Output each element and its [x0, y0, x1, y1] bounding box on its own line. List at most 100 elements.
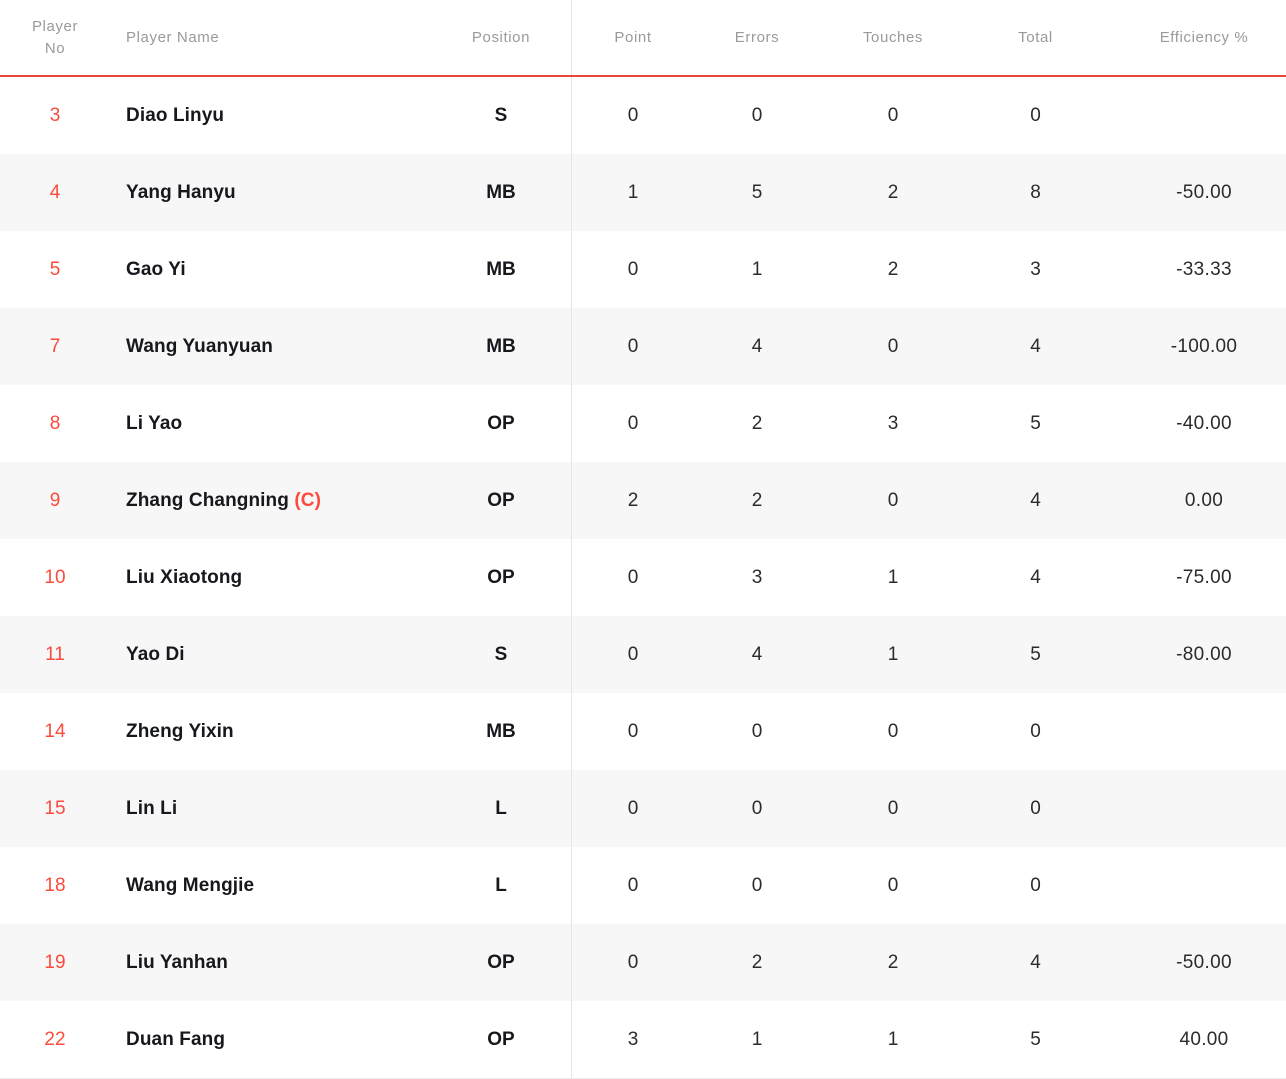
player-name-label: Gao Yi [126, 258, 186, 280]
table-row[interactable]: 19 Liu Yanhan OP 0 2 2 4 -50.00 [0, 924, 1286, 1001]
cell-player-name[interactable]: Diao Linyu [110, 76, 431, 154]
cell-efficiency: -75.00 [1176, 566, 1232, 588]
column-header-point[interactable]: Point [571, 0, 694, 77]
cell-total: 3 [1030, 258, 1041, 280]
column-header-player-no-line2: No [44, 39, 66, 57]
cell-player-no: 8 [49, 412, 61, 434]
table-row[interactable]: 18 Wang Mengjie L 0 0 0 0 [0, 847, 1286, 924]
cell-player-no: 5 [49, 258, 61, 280]
cell-point: 3 [571, 1001, 694, 1079]
cell-player-name[interactable]: Zhang Changning (C) [110, 462, 431, 539]
cell-point: 1 [571, 154, 694, 231]
cell-errors: 2 [751, 412, 763, 434]
cell-total: 0 [1030, 874, 1041, 896]
cell-total: 8 [1030, 181, 1041, 203]
cell-efficiency [1105, 76, 1286, 154]
cell-position: S [494, 643, 508, 665]
column-header-efficiency[interactable]: Efficiency % [1105, 0, 1286, 77]
table-row[interactable]: 14 Zheng Yixin MB 0 0 0 0 [0, 693, 1286, 770]
cell-player-no: 3 [49, 104, 61, 126]
cell-position: MB [486, 335, 516, 357]
cell-player-name[interactable]: Lin Li [110, 770, 431, 847]
cell-touches: 2 [887, 951, 899, 973]
cell-position: OP [431, 1001, 572, 1079]
cell-efficiency: 40.00 [1105, 1001, 1286, 1079]
cell-errors: 2 [751, 951, 763, 973]
cell-efficiency: -100.00 [1170, 335, 1238, 357]
cell-errors: 1 [751, 258, 763, 280]
table-row[interactable]: 10 Liu Xiaotong OP 0 3 1 4 -75.00 [0, 539, 1286, 616]
cell-total: 0 [1030, 104, 1041, 126]
cell-touches: 1 [820, 1001, 966, 1079]
cell-player-name[interactable]: Duan Fang [110, 1001, 431, 1079]
column-header-touches[interactable]: Touches [820, 0, 966, 77]
cell-touches: 2 [887, 258, 899, 280]
cell-position: L [495, 874, 507, 896]
cell-total: 5 [1030, 412, 1041, 434]
cell-player-name[interactable]: Wang Mengjie [110, 847, 431, 924]
table-row[interactable]: 5 Gao Yi MB 0 1 2 3 -33.33 [0, 231, 1286, 308]
cell-player-name[interactable]: Gao Yi [110, 231, 431, 308]
player-name-label: Zheng Yixin [126, 720, 234, 742]
cell-efficiency: -40.00 [1176, 412, 1232, 434]
cell-player-name[interactable]: Yao Di [110, 616, 431, 693]
table-row[interactable]: 8 Li Yao OP 0 2 3 5 -40.00 [0, 385, 1286, 462]
cell-total: 5 [1030, 643, 1041, 665]
cell-touches: 2 [887, 181, 899, 203]
cell-player-name[interactable]: Li Yao [110, 385, 431, 462]
cell-total: 4 [1030, 951, 1041, 973]
cell-point: 0 [571, 231, 694, 308]
player-name-label: Yang Hanyu [126, 181, 236, 203]
cell-point: 0 [571, 539, 694, 616]
column-header-player-name[interactable]: Player Name [110, 0, 431, 77]
cell-player-no: 19 [44, 951, 66, 973]
table-row[interactable]: 3 Diao Linyu S 0 0 0 0 [0, 76, 1286, 154]
cell-player-no: 14 [44, 720, 66, 742]
table-row[interactable]: 15 Lin Li L 0 0 0 0 [0, 770, 1286, 847]
cell-player-name[interactable]: Liu Xiaotong [110, 539, 431, 616]
cell-total: 5 [966, 1001, 1105, 1079]
cell-efficiency [1105, 693, 1286, 770]
cell-efficiency: -33.33 [1176, 258, 1232, 280]
cell-player-name[interactable]: Zheng Yixin [110, 693, 431, 770]
table-row[interactable]: 11 Yao Di S 0 4 1 5 -80.00 [0, 616, 1286, 693]
player-name-label: Lin Li [126, 797, 178, 819]
cell-position: MB [486, 181, 516, 203]
cell-player-name[interactable]: Yang Hanyu [110, 154, 431, 231]
cell-position: OP [487, 489, 515, 511]
column-header-errors[interactable]: Errors [694, 0, 820, 77]
cell-touches: 0 [887, 797, 899, 819]
cell-player-name[interactable]: Liu Yanhan [110, 924, 431, 1001]
column-header-total[interactable]: Total [966, 0, 1105, 77]
cell-efficiency [1105, 847, 1286, 924]
column-header-position[interactable]: Position [431, 0, 572, 77]
cell-point: 0 [571, 308, 694, 385]
table-body: 3 Diao Linyu S 0 0 0 0 4 Yang Hanyu MB 1 5 2 8 -50.00 5… [0, 76, 1286, 1079]
player-name-label: Zhang Changning [126, 489, 289, 511]
cell-total: 0 [1030, 720, 1041, 742]
table-row[interactable]: 9 Zhang Changning (C) OP 2 2 0 4 0.00 [0, 462, 1286, 539]
cell-touches: 0 [887, 489, 899, 511]
table-row[interactable]: 7 Wang Yuanyuan MB 0 4 0 4 -100.00 [0, 308, 1286, 385]
cell-position: OP [487, 412, 515, 434]
cell-point: 0 [571, 616, 694, 693]
player-name-label: Diao Linyu [126, 104, 225, 126]
cell-errors: 0 [751, 104, 763, 126]
cell-player-no: 9 [49, 489, 61, 511]
cell-errors: 1 [694, 1001, 820, 1079]
cell-point: 0 [571, 693, 694, 770]
cell-total: 4 [1030, 489, 1041, 511]
cell-errors: 5 [751, 181, 763, 203]
cell-efficiency: -80.00 [1176, 643, 1232, 665]
captain-badge: (C) [294, 489, 322, 511]
cell-player-name[interactable]: Wang Yuanyuan [110, 308, 431, 385]
cell-player-no: 10 [44, 566, 66, 588]
cell-errors: 2 [751, 489, 763, 511]
column-header-player-no[interactable]: Player No [0, 0, 110, 77]
cell-touches: 3 [887, 412, 899, 434]
cell-errors: 0 [751, 874, 763, 896]
cell-player-no: 15 [44, 797, 66, 819]
cell-total: 0 [1030, 797, 1041, 819]
table-row[interactable]: 4 Yang Hanyu MB 1 5 2 8 -50.00 [0, 154, 1286, 231]
table-row[interactable]: 22 Duan Fang OP 3 1 1 5 40.00 [0, 1001, 1286, 1079]
